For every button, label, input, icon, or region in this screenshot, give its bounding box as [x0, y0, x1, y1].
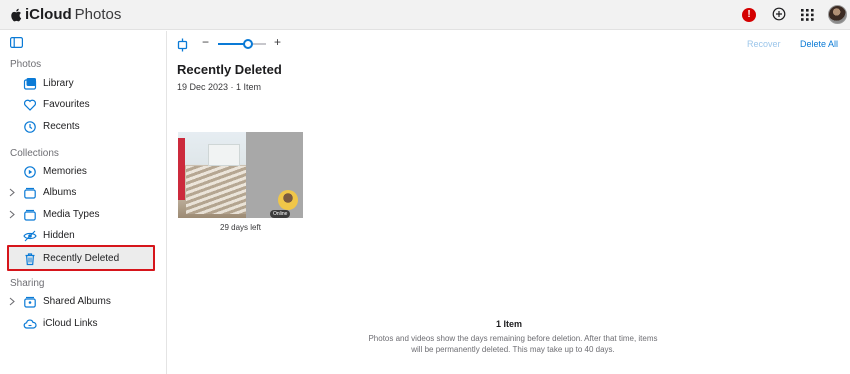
sidebar-item-label: Favourites — [43, 99, 90, 110]
sidebar-item-label: Albums — [43, 187, 77, 198]
zoom-in-button[interactable]: + — [274, 35, 281, 49]
sidebar-item-favourites[interactable]: Favourites — [7, 94, 155, 116]
chevron-right-icon[interactable] — [9, 297, 15, 306]
chevron-right-icon[interactable] — [9, 188, 15, 197]
sidebar: Photos Library Favourites Recents Collec… — [0, 31, 167, 374]
sidebar-item-recents[interactable]: Recents — [7, 116, 155, 138]
photo-building — [208, 144, 240, 166]
chevron-right-icon[interactable] — [9, 210, 15, 219]
sidebar-item-label: iCloud Links — [43, 318, 98, 329]
sidebar-item-icloud-links[interactable]: iCloud Links — [7, 313, 155, 335]
online-badge: Online — [270, 210, 291, 218]
main-content: − + Recover Delete All Recently Deleted … — [168, 31, 850, 374]
page-title: Recently Deleted — [177, 62, 282, 77]
section-title-photos: Photos — [10, 59, 42, 70]
sidebar-item-media-types[interactable]: Media Types — [7, 204, 155, 226]
brand[interactable]: iCloud Photos — [10, 6, 121, 23]
sidebar-item-label: Recently Deleted — [43, 253, 120, 264]
photo-red-object — [178, 138, 185, 200]
apple-logo-icon — [11, 8, 22, 21]
footer-item-count: 1 Item — [495, 319, 522, 329]
clock-icon — [24, 121, 36, 133]
page-subtitle: 19 Dec 2023 · 1 Item — [177, 82, 262, 92]
media-types-icon — [24, 209, 36, 221]
sidebar-item-label: Memories — [43, 166, 87, 177]
brand-photos: Photos — [74, 6, 122, 23]
trash-icon — [25, 253, 35, 266]
sidebar-item-recently-deleted[interactable]: Recently Deleted — [7, 245, 155, 271]
top-bar: iCloud Photos ! — [0, 0, 850, 30]
sidebar-item-label: Hidden — [43, 230, 75, 241]
photo-thumbnail[interactable]: Online — [178, 132, 303, 218]
sticker-avatar — [278, 190, 298, 210]
recover-button[interactable]: Recover — [747, 39, 781, 49]
sidebar-toggle-icon[interactable] — [10, 37, 23, 48]
zoom-out-button[interactable]: − — [202, 35, 209, 49]
add-icon[interactable] — [772, 7, 786, 21]
alert-icon[interactable]: ! — [742, 8, 756, 22]
sidebar-item-label: Media Types — [43, 209, 100, 220]
app-grid-icon[interactable] — [801, 9, 814, 21]
library-icon — [23, 78, 37, 90]
eye-icon — [23, 230, 37, 242]
section-title-collections: Collections — [10, 148, 59, 159]
sidebar-item-label: Library — [43, 78, 74, 89]
sidebar-item-albums[interactable]: Albums — [7, 182, 155, 204]
sidebar-item-library[interactable]: Library — [7, 73, 155, 95]
sidebar-item-hidden[interactable]: Hidden — [7, 225, 155, 247]
section-title-sharing: Sharing — [10, 278, 45, 289]
brand-icloud: iCloud — [25, 6, 72, 23]
sidebar-item-memories[interactable]: Memories — [7, 161, 155, 183]
photo-caption: 29 days left — [220, 223, 261, 232]
sidebar-item-label: Recents — [43, 121, 80, 132]
sidebar-item-label: Shared Albums — [43, 296, 111, 307]
memories-icon — [24, 166, 36, 178]
photo-fence — [186, 166, 246, 214]
zoom-controls — [176, 38, 189, 52]
heart-icon — [24, 99, 36, 111]
aspect-ratio-icon[interactable] — [176, 38, 189, 52]
album-icon — [24, 187, 36, 199]
avatar[interactable] — [828, 5, 847, 24]
zoom-slider-knob[interactable] — [242, 39, 253, 49]
cloud-link-icon — [23, 319, 37, 329]
zoom-slider[interactable] — [218, 39, 266, 49]
footer-note: Photos and videos show the days remainin… — [368, 334, 658, 354]
sidebar-item-shared-albums[interactable]: Shared Albums — [7, 291, 155, 313]
shared-album-icon — [24, 296, 36, 308]
delete-all-button[interactable]: Delete All — [800, 39, 838, 49]
